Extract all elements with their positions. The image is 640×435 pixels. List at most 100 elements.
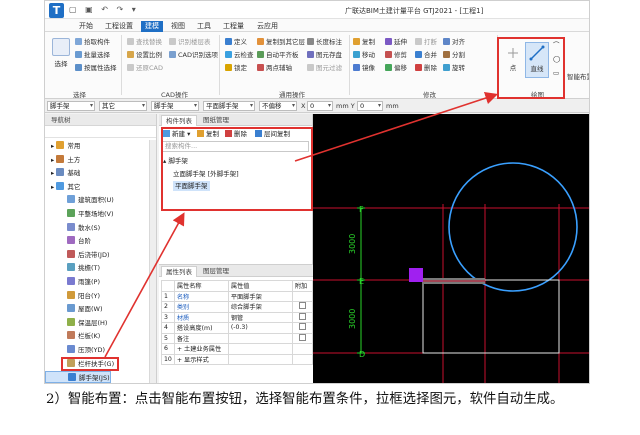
nav-item[interactable]: ▸ 基础 (45, 167, 80, 179)
tab-start[interactable]: 开始 (75, 21, 97, 32)
property-row[interactable]: 10 + 显示样式 (161, 353, 313, 365)
offset-select[interactable]: 不偏移 (259, 101, 297, 111)
tab-cloud[interactable]: 云应用 (253, 21, 282, 32)
smart-layout-button[interactable]: 智能布置 (567, 72, 589, 82)
move-button[interactable]: 移动 (353, 50, 375, 60)
property-value[interactable] (227, 343, 293, 355)
nav-item[interactable]: 挑檐(T) (45, 262, 100, 274)
find-replace-button[interactable]: 查找替换 (127, 37, 162, 47)
nav-item[interactable]: 保温层(H) (45, 317, 107, 329)
component-select[interactable]: 平面脚手架 (203, 101, 255, 111)
tab-quantity[interactable]: 工程量 (219, 21, 248, 32)
nav-item[interactable]: 栏板(K) (45, 330, 100, 342)
lock-button[interactable]: 锁定 (225, 63, 247, 73)
mirror-button[interactable]: 镜像 (353, 63, 375, 73)
select-by-attr-button[interactable]: 按属性选择 (75, 63, 117, 73)
property-value[interactable]: 综合脚手架 (227, 301, 293, 313)
draw-line-button[interactable]: 直线 (525, 42, 549, 78)
nav-item[interactable]: 脚手架(JS) (45, 371, 111, 383)
restore-cad-button[interactable]: 还原CAD (127, 63, 163, 73)
tab-component-list[interactable]: 构件列表 (161, 115, 197, 126)
draw-point-button[interactable]: 点 (503, 46, 523, 72)
property-row[interactable]: 3 材质 钢管 (161, 311, 313, 323)
tab-modeling[interactable]: 建模 (141, 21, 163, 32)
save-elements-button[interactable]: 图元存盘 (307, 50, 342, 60)
extra-checkbox[interactable] (298, 333, 306, 341)
nav-item[interactable]: 雨篷(P) (45, 276, 100, 288)
nav-scrollbar[interactable] (149, 140, 156, 383)
property-value[interactable] (227, 353, 293, 365)
property-row[interactable]: 1 名称 平面脚手架 (161, 290, 313, 302)
delete-button[interactable]: 删除 (415, 63, 437, 73)
auto-align-slab-button[interactable]: 自动平齐板 (257, 50, 299, 60)
drawing-canvas[interactable]: 3000 3000 F E D (313, 114, 589, 383)
extra-checkbox[interactable] (298, 302, 306, 310)
interlayer-copy-button[interactable]: 层间复制 (255, 129, 290, 139)
set-scale-button[interactable]: 设置比例 (127, 50, 162, 60)
nav-item[interactable]: ▸ 常用 (45, 140, 80, 152)
nav-item[interactable]: 台阶 (45, 235, 91, 247)
delete-component-button[interactable]: 删除 (225, 129, 247, 139)
rect-tool-icon[interactable]: ▭ (553, 68, 559, 78)
circle-tool-icon[interactable]: ◯ (553, 54, 560, 64)
element-filter-button[interactable]: 图元过滤 (307, 63, 342, 73)
merge-button[interactable]: 合并 (415, 50, 437, 60)
new-component-button[interactable]: 新建 ▾ (163, 129, 190, 139)
trim-button[interactable]: 修剪 (385, 50, 407, 60)
nav-item[interactable]: 后浇带(JD) (45, 249, 110, 261)
copy-component-button[interactable]: 复制 (197, 129, 219, 139)
rotate-button[interactable]: 旋转 (443, 63, 465, 73)
subtype-select[interactable]: 脚手架 (151, 101, 199, 111)
y-offset-input[interactable]: 0 (357, 101, 383, 111)
tab-property-list[interactable]: 属性列表 (161, 266, 197, 277)
property-value[interactable]: (-0.3) (227, 322, 293, 334)
property-row[interactable]: 4 搭设高度(m) (-0.3) (161, 322, 313, 334)
tree-item-facade-scaffold[interactable]: 立面脚手架 [外脚手架] (173, 169, 239, 179)
select-button[interactable]: 选择 (49, 38, 73, 68)
align-button[interactable]: 对齐 (443, 37, 465, 47)
quick-access-toolbar[interactable]: ▢ ▣ ↶ ↷ ▾ (69, 5, 139, 14)
identify-floors-button[interactable]: 识别楼层表 (169, 37, 211, 47)
copy-to-floor-button[interactable]: 复制到其它层 (257, 37, 305, 47)
nav-item[interactable]: 平整场地(V) (45, 208, 114, 220)
arc-tool-icon[interactable]: ⌒ (553, 40, 560, 50)
copy-button[interactable]: 复制 (353, 37, 375, 47)
cloud-check-button[interactable]: 云检查 (225, 50, 254, 60)
tab-layer-manage[interactable]: 图层管理 (199, 266, 233, 277)
property-row[interactable]: 2 类别 综合脚手架 (161, 301, 313, 313)
tab-view[interactable]: 视图 (167, 21, 189, 32)
tab-drawing-manage[interactable]: 图纸管理 (199, 115, 233, 126)
category-select[interactable]: 其它 (99, 101, 147, 111)
component-search-input[interactable]: 搜索构件... (161, 141, 309, 152)
tree-root[interactable]: ▴ 脚手架 (163, 156, 188, 166)
define-button[interactable]: 定义 (225, 37, 247, 47)
nav-item[interactable]: ▸ 其它 (45, 181, 80, 193)
cad-options-button[interactable]: CAD识别选项 (169, 50, 218, 60)
nav-item[interactable]: 建筑面积(U) (45, 194, 114, 206)
offset-button[interactable]: 偏移 (385, 63, 407, 73)
batch-select-button[interactable]: 批量选择 (75, 50, 110, 60)
property-value[interactable]: 钢管 (227, 311, 293, 323)
x-offset-input[interactable]: 0 (307, 101, 333, 111)
break-button[interactable]: 打断 (415, 37, 437, 47)
property-row[interactable]: 6 + 土建业务属性 (161, 343, 313, 355)
extra-checkbox[interactable] (298, 323, 306, 331)
nav-item[interactable]: 屋面(W) (45, 303, 103, 315)
nav-item[interactable]: 散水(S) (45, 222, 100, 234)
nav-item[interactable]: ▸ 土方 (45, 154, 80, 166)
nav-item[interactable]: 压顶(YD) (45, 344, 105, 356)
property-row[interactable]: 5 备注 (161, 332, 313, 344)
length-dim-button[interactable]: 长度标注 (307, 37, 342, 47)
tab-tools[interactable]: 工具 (193, 21, 215, 32)
two-point-axis-button[interactable]: 两点辅轴 (257, 63, 292, 73)
tree-item-plane-scaffold[interactable]: 平面脚手架 (173, 181, 210, 191)
tab-project-settings[interactable]: 工程设置 (101, 21, 137, 32)
property-value[interactable]: 平面脚手架 (227, 290, 293, 302)
component-type-select[interactable]: 脚手架 (47, 101, 95, 111)
extend-button[interactable]: 延伸 (385, 37, 407, 47)
nav-item[interactable]: 栏杆扶手(G) (45, 358, 114, 370)
property-value[interactable] (227, 332, 293, 344)
nav-item[interactable]: 阳台(Y) (45, 290, 100, 302)
split-button[interactable]: 分割 (443, 50, 465, 60)
pick-component-button[interactable]: 拾取构件 (75, 37, 110, 47)
